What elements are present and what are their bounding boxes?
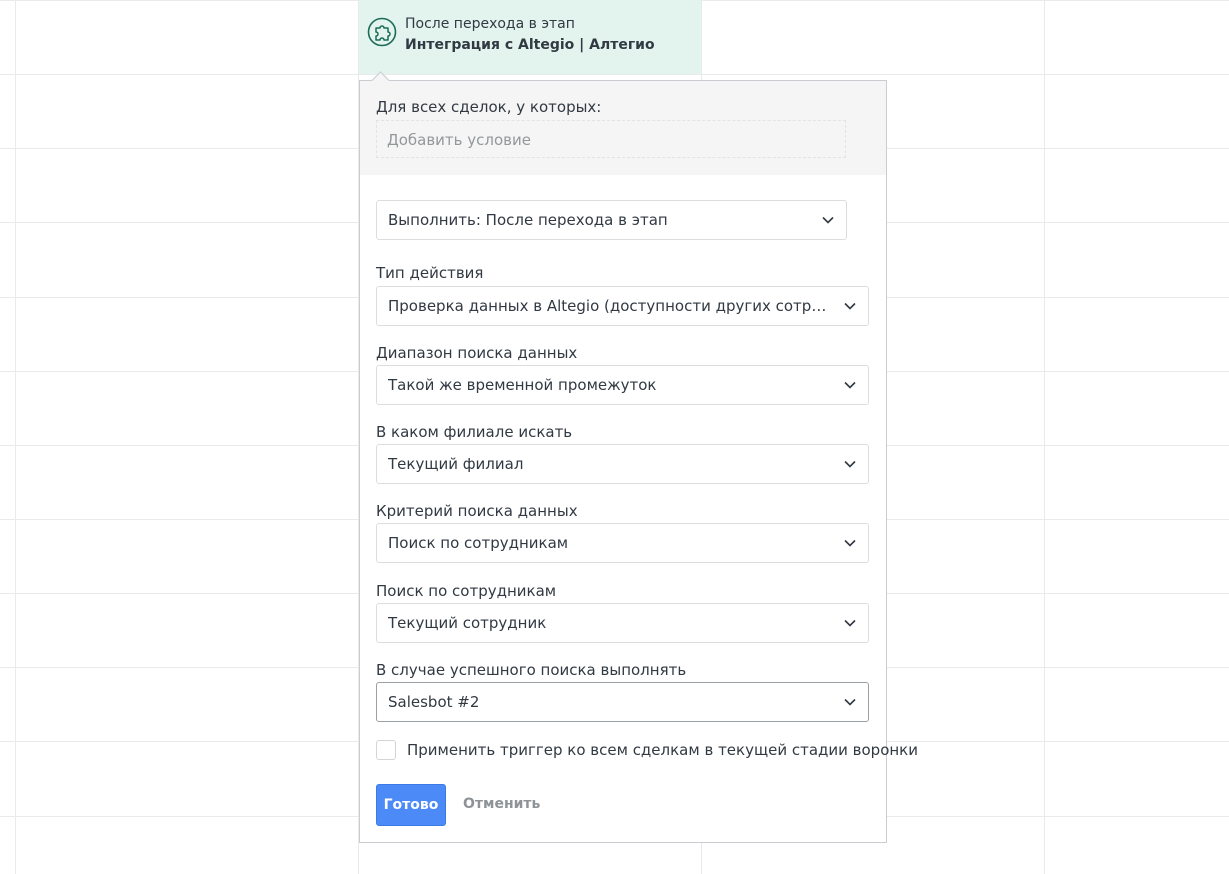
trigger-subtitle: После перехода в этап — [405, 16, 575, 32]
trigger-settings-popup: Для всех сделок, у которых: Добавить усл… — [359, 71, 918, 843]
search-range-select[interactable]: Такой же временной промежуток — [376, 365, 869, 405]
criteria-select[interactable]: Поиск по сотрудникам — [376, 523, 869, 563]
cancel-button[interactable]: Отменить — [463, 796, 540, 812]
puzzle-icon — [367, 17, 397, 47]
action-type-label: Тип действия — [376, 264, 484, 282]
branch-select[interactable]: Текущий филиал — [376, 444, 869, 484]
branch-label: В каком филиале искать — [376, 423, 573, 441]
on-success-select[interactable]: Salesbot #2 — [376, 682, 869, 722]
chevron-down-icon — [844, 619, 856, 627]
execute-select[interactable]: Выполнить: После перехода в этап — [376, 200, 847, 240]
chevron-down-icon — [844, 381, 856, 389]
criteria-label: Критерий поиска данных — [376, 502, 578, 520]
action-type-select[interactable]: Проверка данных в Altegio (доступности д… — [376, 286, 869, 326]
chevron-down-icon — [844, 539, 856, 547]
apply-all-label: Применить триггер ко всем сделкам в теку… — [407, 741, 918, 759]
chevron-down-icon — [822, 216, 834, 224]
chevron-down-icon — [844, 460, 856, 468]
trigger-card[interactable]: После перехода в этап Интеграция с Alteg… — [359, 0, 701, 74]
search-range-value: Такой же временной промежуток — [388, 376, 657, 394]
on-success-label: В случае успешного поиска выполнять — [376, 661, 687, 679]
search-range-label: Диапазон поиска данных — [376, 344, 578, 362]
action-type-value: Проверка данных в Altegio (доступности д… — [388, 297, 832, 315]
branch-value: Текущий филиал — [388, 455, 524, 473]
conditions-label: Для всех сделок, у которых: — [376, 98, 602, 116]
execute-select-value: Выполнить: После перехода в этап — [388, 211, 668, 229]
done-button[interactable]: Готово — [376, 784, 446, 826]
apply-all-checkbox[interactable] — [376, 740, 396, 760]
chevron-down-icon — [844, 698, 856, 706]
conditions-section: Для всех сделок, у которых: Добавить усл… — [360, 81, 886, 175]
employee-search-select[interactable]: Текущий сотрудник — [376, 603, 869, 643]
trigger-title: Интеграция с Altegio | Алтегио — [405, 37, 655, 53]
employee-search-label: Поиск по сотрудникам — [376, 582, 557, 600]
add-condition-input[interactable]: Добавить условие — [376, 120, 846, 158]
employee-search-value: Текущий сотрудник — [388, 614, 547, 632]
on-success-value: Salesbot #2 — [388, 693, 480, 711]
chevron-down-icon — [844, 302, 856, 310]
criteria-value: Поиск по сотрудникам — [388, 534, 569, 552]
